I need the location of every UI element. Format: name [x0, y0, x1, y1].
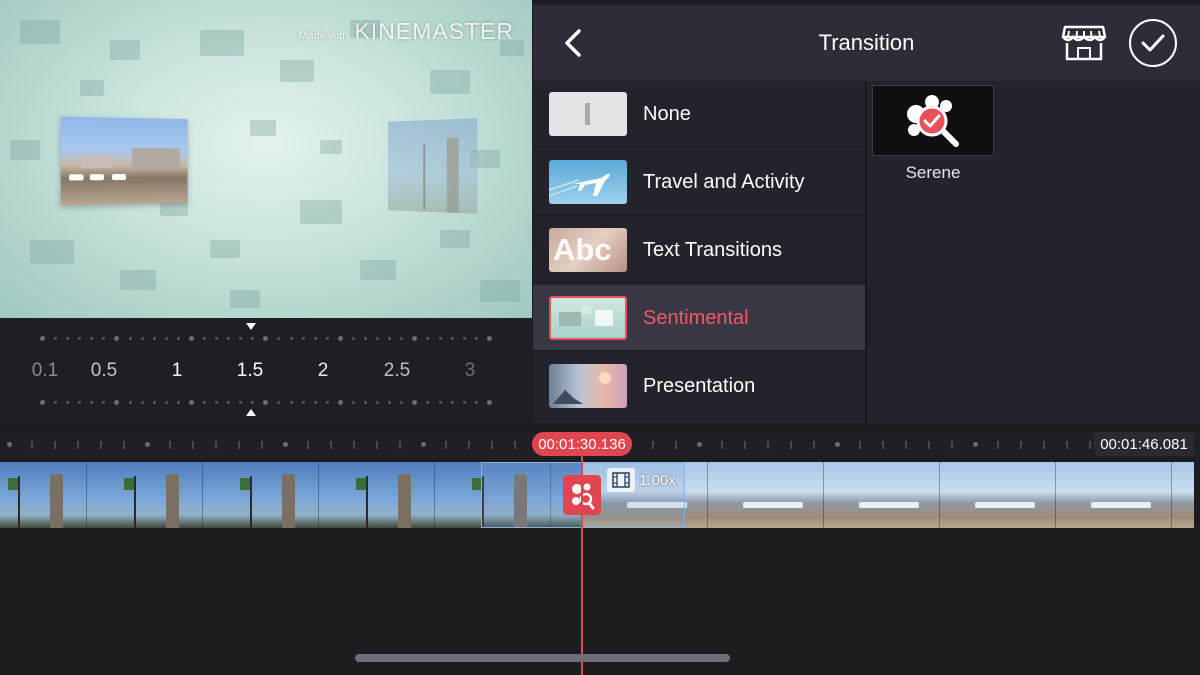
transition-effects-grid: Serene [867, 81, 1200, 424]
category-travel-and-activity[interactable]: Travel and Activity [533, 149, 865, 215]
category-label: Presentation [643, 375, 756, 397]
category-label: Travel and Activity [643, 171, 805, 193]
category-text-transitions[interactable]: Abc Text Transitions [533, 217, 865, 283]
preview-harbor-image [60, 116, 188, 206]
speed-indicator-top [246, 323, 256, 330]
text-thumbnail: Abc [549, 228, 627, 272]
category-sentimental[interactable]: Sentimental [533, 285, 865, 351]
transition-category-list: None Travel and Activity Abc Text Transi… [533, 81, 865, 424]
speed-label-0-1[interactable]: 0.1 [32, 360, 58, 382]
film-icon [612, 472, 630, 488]
none-thumbnail [549, 92, 627, 136]
airplane-icon [549, 173, 610, 197]
timeline[interactable]: 00:01:30.136 00:01:46.081 1.00x [0, 424, 1200, 675]
speed-label-3[interactable]: 3 [465, 360, 476, 382]
speed-label-2[interactable]: 2 [318, 360, 329, 382]
serene-effect-icon [907, 94, 959, 147]
effect-serene[interactable] [872, 85, 994, 156]
category-none[interactable]: None [533, 81, 865, 147]
travel-thumbnail [549, 160, 627, 204]
store-icon [1061, 25, 1107, 61]
speed-dots-top [40, 335, 492, 341]
watermark-small-text: Made with [298, 30, 349, 42]
asset-store-button[interactable] [1061, 23, 1107, 63]
done-button[interactable] [1129, 19, 1177, 67]
speed-label-2-5[interactable]: 2.5 [384, 360, 410, 382]
effect-serene-label: Serene [905, 163, 961, 182]
kinemaster-watermark: Made with KINEMASTER [298, 18, 514, 45]
speed-label-1-5[interactable]: 1.5 [237, 360, 263, 382]
category-label: Sentimental [643, 307, 749, 329]
checkmark-icon [1141, 34, 1165, 52]
speed-label-1[interactable]: 1 [172, 360, 183, 382]
preview-tower-image [387, 118, 478, 214]
end-time-badge: 00:01:46.081 [1094, 432, 1194, 456]
category-presentation[interactable]: Presentation [533, 353, 865, 419]
speed-indicator-bottom [246, 409, 256, 416]
category-label: Text Transitions [643, 239, 782, 261]
speed-scale[interactable]: 0.1 0.5 1 1.5 2 2.5 3 [0, 318, 532, 424]
watermark-brand-text: KINEMASTER [354, 18, 514, 44]
sentimental-thumbnail [549, 296, 627, 340]
presentation-thumbnail [549, 364, 627, 408]
film-clip-badge [607, 468, 635, 492]
video-preview[interactable]: Made with KINEMASTER [0, 0, 532, 318]
transition-panel: Transition None Travel and Activity Abc … [533, 5, 1200, 424]
playhead[interactable] [581, 456, 583, 675]
panel-header: Transition [533, 5, 1200, 80]
abc-thumbnail-text: Abc [553, 232, 612, 267]
speed-label-0-5[interactable]: 0.5 [91, 360, 117, 382]
category-label: None [643, 103, 691, 125]
timeline-scrollbar[interactable] [355, 654, 730, 662]
current-time-badge: 00:01:30.136 [532, 432, 632, 456]
speed-dots-bottom [40, 399, 492, 405]
clip-speed-label: 1.00x [639, 472, 676, 489]
